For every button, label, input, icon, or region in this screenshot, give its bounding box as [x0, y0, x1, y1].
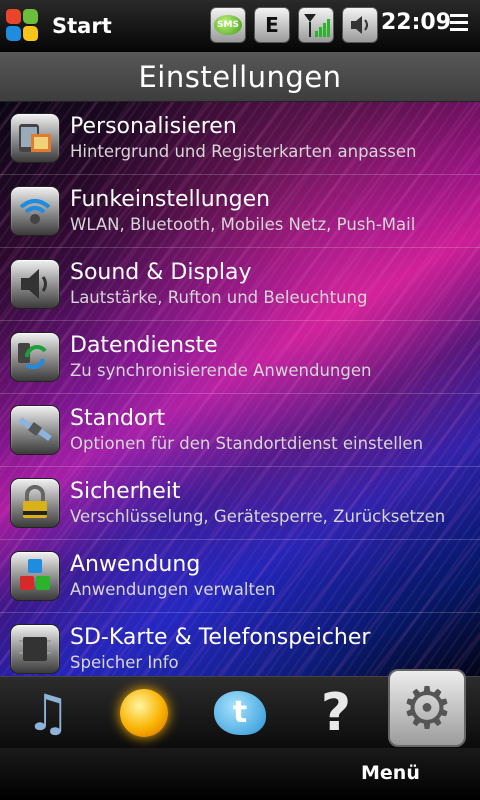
sync-icon: [10, 332, 60, 382]
item-title: Sicherheit: [70, 479, 181, 504]
status-bar: Start SMS E 22:09: [0, 0, 480, 52]
notifications-menu-icon[interactable]: [450, 14, 476, 40]
item-subtitle: Lautstärke, Rufton und Beleuchtung: [70, 288, 368, 307]
music-tab-icon: ♫: [25, 683, 71, 742]
tab-help[interactable]: ?: [288, 677, 384, 749]
item-subtitle: Hintergrund und Registerkarten anpassen: [70, 142, 417, 161]
settings-item-location[interactable]: Standort Optionen für den Standortdienst…: [0, 394, 480, 467]
status-icons: SMS E: [210, 7, 378, 45]
memory-card-icon: [10, 624, 60, 674]
personalize-icon: [10, 113, 60, 163]
item-subtitle: Verschlüsselung, Gerätesperre, Zurückset…: [70, 507, 446, 526]
tab-weather[interactable]: [96, 677, 192, 749]
settings-item-security[interactable]: Sicherheit Verschlüsselung, Gerätesperre…: [0, 467, 480, 540]
help-tab-icon: ?: [320, 682, 352, 743]
sms-icon-label: SMS: [214, 15, 242, 35]
item-title: SD-Karte & Telefonspeicher: [70, 625, 371, 650]
item-subtitle: WLAN, Bluetooth, Mobiles Netz, Push-Mail: [70, 215, 416, 234]
item-title: Funkeinstellungen: [70, 187, 271, 212]
bottom-tab-bar: ♫ t ? ⚙: [0, 668, 480, 749]
windows-start-icon[interactable]: [6, 9, 40, 43]
settings-list-container: Personalisieren Hintergrund und Register…: [0, 102, 480, 676]
tab-twitter[interactable]: t: [192, 677, 288, 749]
volume-icon[interactable]: [342, 7, 378, 43]
lock-icon: [10, 478, 60, 528]
settings-item-data-services[interactable]: Datendienste Zu synchronisierende Anwend…: [0, 321, 480, 394]
settings-item-sd-card[interactable]: SD-Karte & Telefonspeicher Speicher Info: [0, 613, 480, 676]
sms-icon[interactable]: SMS: [210, 7, 246, 43]
item-subtitle: Zu synchronisierende Anwendungen: [70, 361, 372, 380]
item-title: Datendienste: [70, 333, 218, 358]
wireless-icon: [10, 186, 60, 236]
item-subtitle: Anwendungen verwalten: [70, 580, 276, 599]
settings-item-wireless[interactable]: Funkeinstellungen WLAN, Bluetooth, Mobil…: [0, 175, 480, 248]
settings-item-sound-display[interactable]: Sound & Display Lautstärke, Rufton und B…: [0, 248, 480, 321]
item-title: Standort: [70, 406, 166, 431]
item-title: Sound & Display: [70, 260, 252, 285]
start-label[interactable]: Start: [52, 14, 112, 38]
speaker-icon: [10, 259, 60, 309]
apps-cubes-icon: [10, 551, 60, 601]
edge-network-icon[interactable]: E: [254, 7, 290, 43]
weather-tab-icon: [120, 688, 168, 737]
tab-music[interactable]: ♫: [0, 677, 96, 749]
twitter-tab-icon: t: [214, 690, 266, 735]
item-subtitle: Optionen für den Standortdienst einstell…: [70, 434, 424, 453]
settings-tab-icon: ⚙: [388, 668, 466, 747]
menu-softkey[interactable]: Menü: [361, 762, 420, 784]
settings-item-personalize[interactable]: Personalisieren Hintergrund und Register…: [0, 102, 480, 175]
tab-settings[interactable]: ⚙: [384, 668, 480, 749]
location-icon: [10, 405, 60, 455]
item-subtitle: Speicher Info: [70, 653, 179, 672]
clock[interactable]: 22:09: [381, 10, 451, 35]
settings-item-applications[interactable]: Anwendung Anwendungen verwalten: [0, 540, 480, 613]
softkey-bar: Menü: [0, 748, 480, 800]
edge-network-label: E: [265, 13, 279, 37]
item-title: Personalisieren: [70, 114, 237, 139]
signal-strength-icon[interactable]: [298, 7, 334, 43]
item-title: Anwendung: [70, 552, 201, 577]
page-title: Einstellungen: [0, 52, 480, 102]
settings-list: Personalisieren Hintergrund und Register…: [0, 102, 480, 676]
